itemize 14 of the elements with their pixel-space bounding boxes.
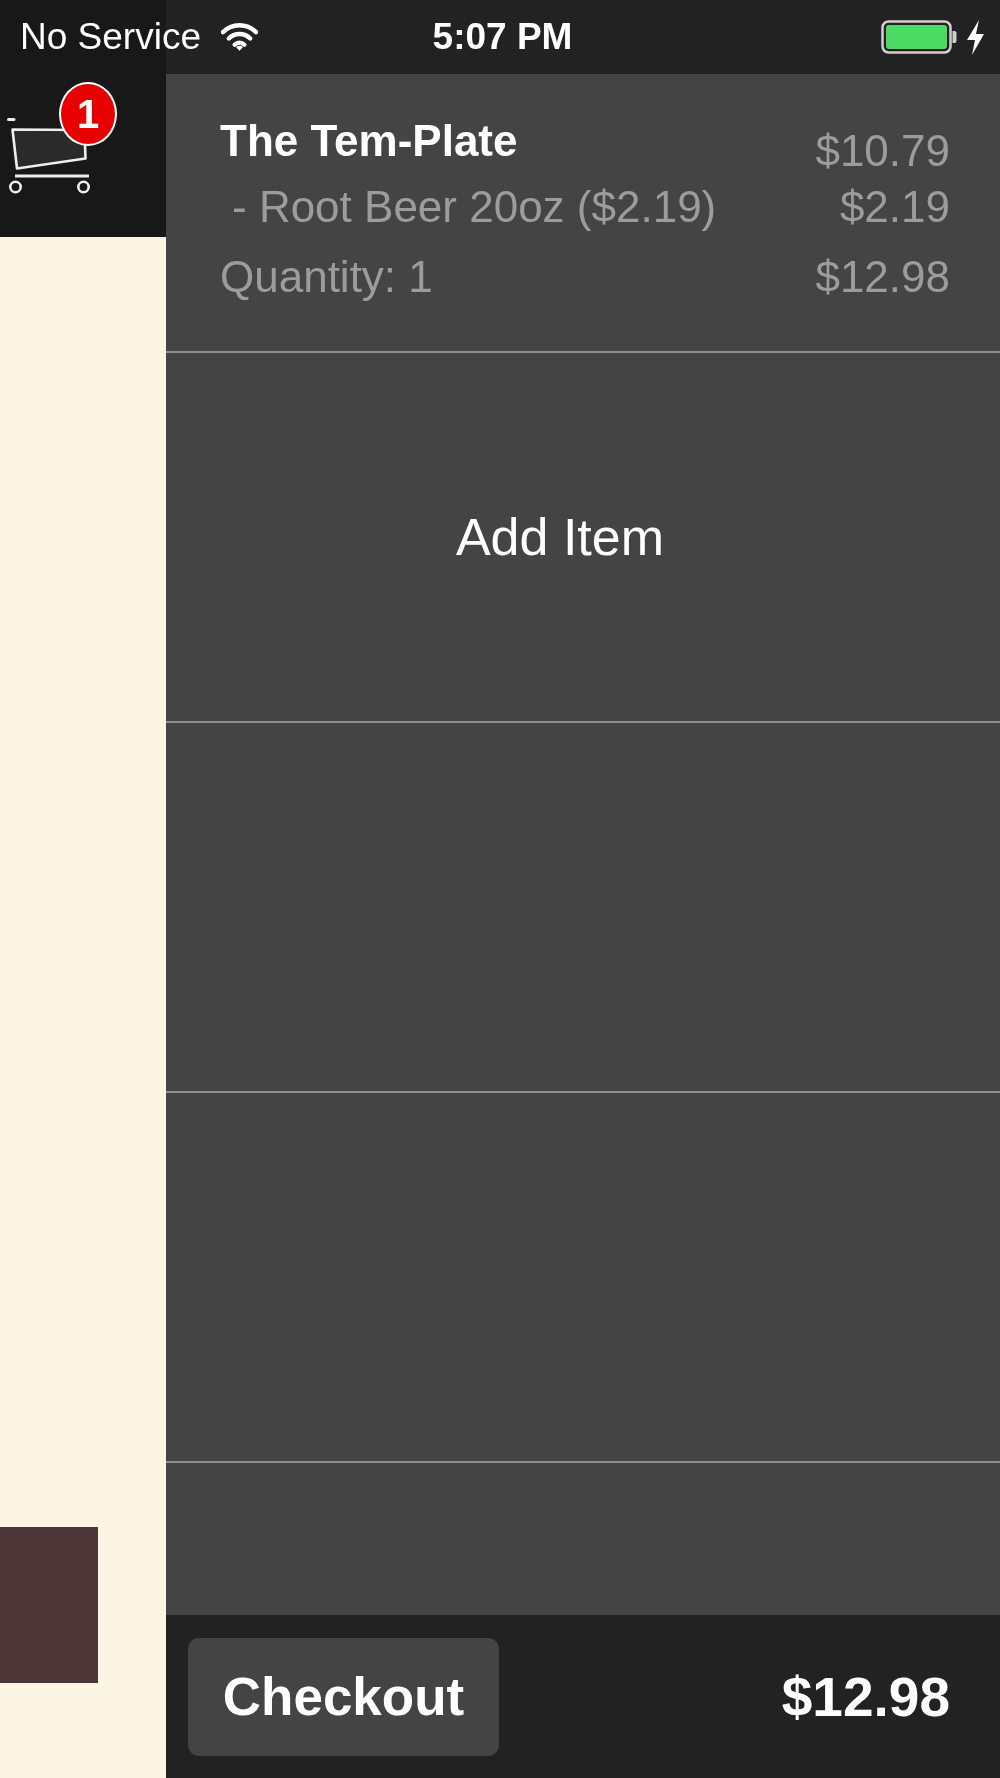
option-price: $2.19 bbox=[839, 181, 950, 233]
add-item-button[interactable]: Add Item bbox=[455, 506, 665, 568]
wifi-icon bbox=[220, 22, 258, 52]
count-badge: 1 bbox=[59, 82, 117, 146]
option-label: - Root Beer 20oz ($2.19) bbox=[231, 181, 717, 233]
clock-label: 5:07 PM bbox=[432, 15, 573, 59]
item-name: The Tem-Plate bbox=[220, 115, 518, 167]
order-total: $12.98 bbox=[781, 1664, 950, 1729]
quantity-label: Quantity: 1 bbox=[220, 251, 433, 303]
item-price: $10.79 bbox=[815, 125, 950, 177]
battery-icon bbox=[881, 20, 957, 54]
item-total: $12.98 bbox=[815, 251, 950, 303]
carrier-label: No Service bbox=[20, 15, 201, 59]
checkout-button[interactable]: Checkout bbox=[188, 1637, 499, 1756]
